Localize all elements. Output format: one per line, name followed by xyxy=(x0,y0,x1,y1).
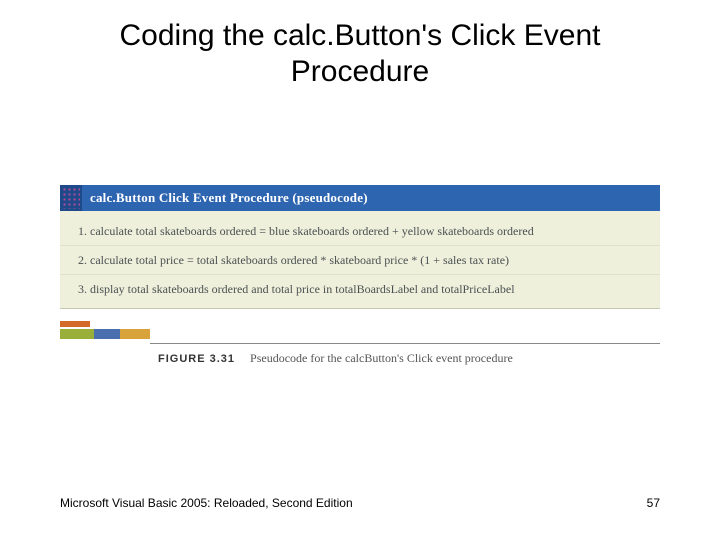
figure-number: FIGURE 3.31 xyxy=(158,353,235,365)
figure-header-bar: calc.Button Click Event Procedure (pseud… xyxy=(60,185,660,211)
caption-underline xyxy=(150,343,660,344)
title-line1: Coding the calc.Button's Click Event xyxy=(120,19,601,52)
step-3: 3. display total skateboards ordered and… xyxy=(60,274,660,303)
caption-accent-icon xyxy=(60,321,150,345)
page-number: 57 xyxy=(647,496,660,510)
figure-caption-area: FIGURE 3.31 Pseudocode for the calcButto… xyxy=(60,331,660,365)
step-1: 1. calculate total skateboards ordered =… xyxy=(60,217,660,245)
footer-source: Microsoft Visual Basic 2005: Reloaded, S… xyxy=(60,496,353,510)
figure-caption-text: Pseudocode for the calcButton's Click ev… xyxy=(250,351,513,365)
pseudocode-steps: 1. calculate total skateboards ordered =… xyxy=(60,211,660,309)
figure-caption: FIGURE 3.31 Pseudocode for the calcButto… xyxy=(158,351,513,366)
figure-header-text: calc.Button Click Event Procedure (pseud… xyxy=(82,190,368,206)
title-line2: Procedure xyxy=(0,54,720,90)
slide: Coding the calc.Button's Click Event Pro… xyxy=(0,0,720,540)
step-2: 2. calculate total price = total skatebo… xyxy=(60,245,660,274)
figure-block: calc.Button Click Event Procedure (pseud… xyxy=(60,185,660,365)
header-dot-pattern-icon xyxy=(60,185,82,211)
slide-title: Coding the calc.Button's Click Event Pro… xyxy=(0,0,720,90)
